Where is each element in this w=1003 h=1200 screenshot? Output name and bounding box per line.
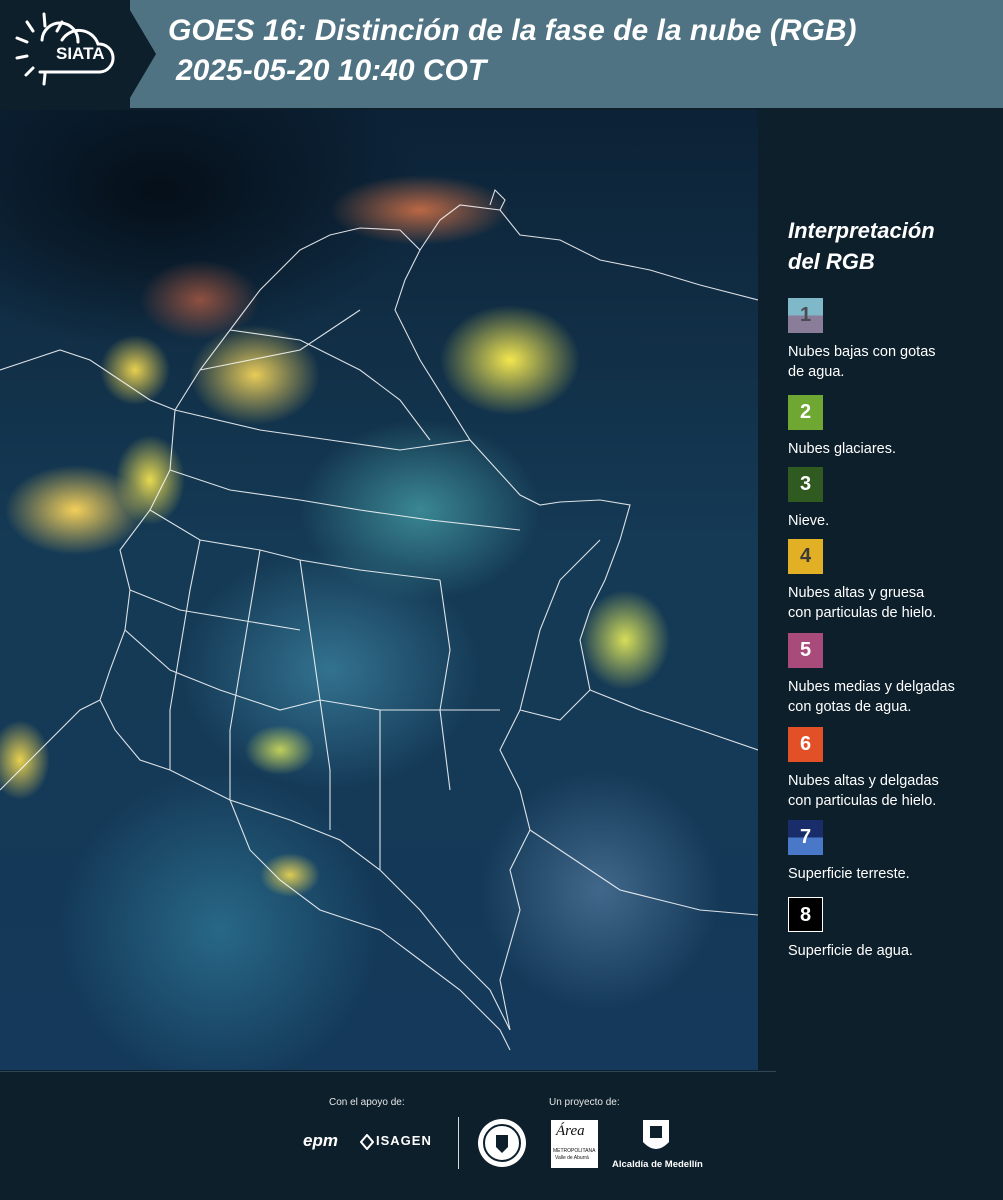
venezuela-coast	[419, 188, 758, 301]
header-bar: SIATA GOES 16: Distinción de la fase de …	[0, 0, 1003, 108]
department-lines	[124, 309, 601, 870]
legend-label-4: Nubes altas y gruesa	[788, 585, 925, 601]
footer-divider	[458, 1117, 459, 1169]
panama-border	[0, 349, 176, 411]
header-arrow	[124, 0, 156, 108]
ecuador-border	[0, 699, 101, 791]
legend-swatch-3: 3	[788, 467, 823, 502]
isagen-icon	[360, 1134, 374, 1150]
page-title: GOES 16: Distinción de la fase de la nub…	[168, 14, 857, 47]
legend-swatch-7: 7	[788, 820, 823, 855]
alcaldia-label: Alcaldía de Medellín	[612, 1159, 703, 1170]
legend-label-6-line2: con particulas de hielo.	[788, 793, 937, 809]
legend-label-2: Nubes glaciares.	[788, 441, 896, 457]
area-logo-sub2: Valle de Aburrá	[555, 1155, 589, 1161]
legend-swatch-5: 5	[788, 633, 823, 668]
epm-logo: epm	[303, 1131, 338, 1150]
peru-border	[229, 799, 511, 1051]
isagen-text: ISAGEN	[376, 1133, 432, 1148]
siata-logo: SIATA	[0, 0, 130, 108]
legend-title-line2: del RGB	[788, 249, 875, 274]
legend-swatch-6: 6	[788, 727, 823, 762]
footer: Con el apoyo de: Un proyecto de: epm ISA…	[0, 1071, 1003, 1200]
page-timestamp: 2025-05-20 10:40 COT	[176, 54, 487, 87]
rgb-legend: Interpretación del RGB	[788, 215, 988, 277]
university-seal-icon	[478, 1119, 526, 1167]
brazil-border	[529, 689, 758, 916]
legend-label-4-line2: con particulas de hielo.	[788, 605, 937, 621]
area-logo-text: Área	[556, 1123, 585, 1139]
legend-swatch-8: 8	[788, 897, 823, 932]
legend-label-5-line2: con gotas de agua.	[788, 699, 912, 715]
colombia-border	[99, 227, 631, 1031]
legend-swatch-4: 4	[788, 539, 823, 574]
footer-divider-line	[0, 1071, 776, 1072]
legend-label-6: Nubes altas y delgadas	[788, 773, 939, 789]
satellite-image	[0, 110, 758, 1070]
isagen-logo: ISAGEN	[360, 1132, 438, 1152]
legend-label-3: Nieve.	[788, 513, 830, 529]
project-label: Un proyecto de:	[549, 1097, 620, 1108]
borders-overlay	[0, 188, 758, 1051]
logo-text: SIATA	[56, 44, 105, 63]
legend-label-7: Superficie terreste.	[788, 866, 910, 882]
legend-label-8: Superficie de agua.	[788, 943, 913, 959]
legend-swatch-1: 1	[788, 298, 823, 333]
legend-title-line1: Interpretación	[788, 218, 935, 243]
support-label: Con el apoyo de:	[329, 1097, 405, 1108]
legend-swatch-2: 2	[788, 395, 823, 430]
legend-label-5: Nubes medias y delgadas	[788, 679, 955, 695]
area-logo-sub1: METROPOLITANA	[553, 1148, 596, 1154]
area-metropolitana-logo: Área METROPOLITANA Valle de Aburrá	[551, 1120, 598, 1168]
medellin-shield-icon	[643, 1120, 669, 1149]
legend-label-1: Nubes bajas con gotas	[788, 344, 936, 360]
legend-label-1-line2: de agua.	[788, 364, 845, 380]
